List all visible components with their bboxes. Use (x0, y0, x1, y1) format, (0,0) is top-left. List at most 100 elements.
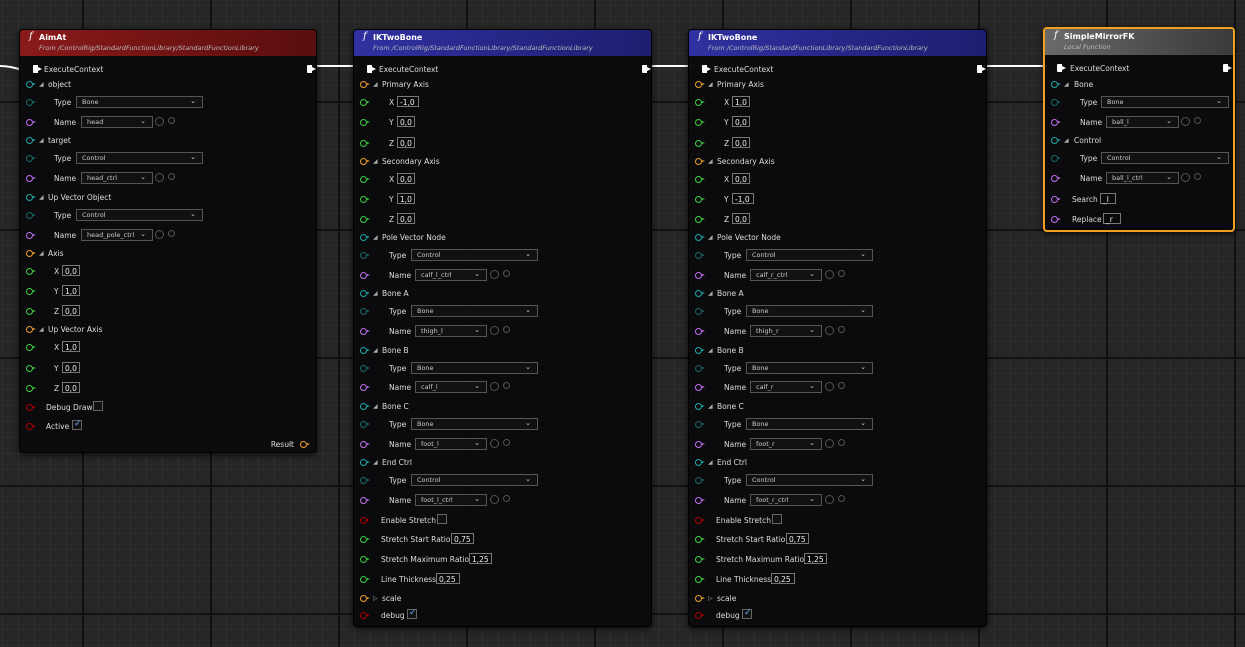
name-pin[interactable] (695, 328, 705, 335)
axis-z-input[interactable]: 0,0 (62, 305, 80, 316)
type-dropdown[interactable]: Bone ⌄ (411, 418, 538, 430)
expand-arrow-icon[interactable]: ◢ (1064, 81, 1069, 88)
browse-icon[interactable] (155, 173, 164, 182)
name-pin[interactable] (695, 384, 705, 391)
node-header[interactable]: f SimpleMirrorFK Local Function (1045, 29, 1233, 55)
search-icon[interactable] (838, 382, 845, 389)
name-dropdown[interactable]: calf_r ⌄ (750, 381, 822, 393)
upaxis-x-input[interactable]: 1,0 (62, 341, 80, 352)
vector-pin[interactable] (695, 158, 705, 165)
struct-pin[interactable] (1051, 81, 1061, 88)
struct-pin[interactable] (695, 234, 705, 241)
struct-pin[interactable] (360, 595, 370, 602)
enum-pin[interactable] (360, 308, 370, 315)
float-pin[interactable] (360, 140, 370, 147)
primary-z-input[interactable]: 0,0 (732, 137, 750, 148)
float-pin[interactable] (360, 536, 370, 543)
type-dropdown[interactable]: Control ⌄ (746, 474, 873, 486)
expand-arrow-icon[interactable]: ◢ (373, 347, 378, 354)
expand-arrow-icon[interactable]: ◢ (39, 250, 44, 257)
search-icon[interactable] (168, 230, 175, 237)
type-dropdown[interactable]: Bone ⌄ (746, 362, 873, 374)
browse-icon[interactable] (490, 495, 499, 504)
search-icon[interactable] (503, 326, 510, 333)
search-icon[interactable] (503, 439, 510, 446)
type-dropdown[interactable]: Bone ⌄ (411, 362, 538, 374)
node-header[interactable]: f IKTwoBone From /ControlRig/StandardFun… (689, 30, 986, 56)
enum-pin[interactable] (26, 99, 36, 106)
browse-icon[interactable] (155, 117, 164, 126)
name-dropdown[interactable]: ball_l_ctrl ⌄ (1106, 172, 1179, 184)
primary-y-input[interactable]: 0,0 (397, 116, 415, 127)
float-pin[interactable] (695, 556, 705, 563)
expand-arrow-icon[interactable]: ▷ (373, 595, 378, 602)
name-pin[interactable] (695, 272, 705, 279)
debug-checkbox[interactable] (742, 608, 752, 619)
search-icon[interactable] (838, 439, 845, 446)
float-pin[interactable] (360, 216, 370, 223)
name-dropdown[interactable]: foot_r_ctrl ⌄ (750, 494, 822, 506)
name-dropdown[interactable]: foot_l_ctrl ⌄ (415, 494, 487, 506)
name-pin[interactable] (695, 497, 705, 504)
enum-pin[interactable] (1051, 99, 1061, 106)
enum-pin[interactable] (695, 421, 705, 428)
name-dropdown[interactable]: thigh_r ⌄ (750, 325, 822, 337)
node-header[interactable]: f AimAt From /ControlRig/StandardFunctio… (20, 30, 316, 56)
exec-out-pin[interactable] (642, 65, 651, 73)
browse-icon[interactable] (825, 270, 834, 279)
bool-pin[interactable] (695, 517, 705, 524)
type-dropdown[interactable]: Control ⌄ (76, 209, 203, 221)
float-pin[interactable] (695, 140, 705, 147)
primary-x-input[interactable]: -1,0 (397, 96, 419, 107)
name-dropdown[interactable]: thigh_l ⌄ (415, 325, 487, 337)
name-dropdown[interactable]: ball_l ⌄ (1106, 116, 1179, 128)
struct-pin[interactable] (695, 595, 705, 602)
expand-arrow-icon[interactable]: ▷ (708, 595, 713, 602)
float-pin[interactable] (26, 308, 36, 315)
browse-icon[interactable] (490, 326, 499, 335)
exec-in-pin[interactable] (702, 65, 711, 73)
type-dropdown[interactable]: Bone ⌄ (76, 96, 203, 108)
expand-arrow-icon[interactable]: ◢ (708, 158, 713, 165)
string-pin[interactable] (1051, 196, 1061, 203)
expand-arrow-icon[interactable]: ◢ (373, 459, 378, 466)
search-icon[interactable] (168, 117, 175, 124)
name-dropdown[interactable]: head ⌄ (81, 116, 153, 128)
bool-pin[interactable] (695, 612, 705, 619)
float-pin[interactable] (695, 216, 705, 223)
browse-icon[interactable] (825, 439, 834, 448)
name-dropdown[interactable]: foot_l ⌄ (415, 438, 487, 450)
vector-pin[interactable] (26, 250, 36, 257)
name-pin[interactable] (360, 328, 370, 335)
expand-arrow-icon[interactable]: ◢ (373, 234, 378, 241)
type-dropdown[interactable]: Control ⌄ (746, 249, 873, 261)
line-thickness-input[interactable]: 0,25 (771, 573, 795, 584)
enable-stretch-checkbox[interactable] (772, 514, 782, 524)
type-dropdown[interactable]: Control ⌄ (411, 474, 538, 486)
exec-in-pin[interactable] (367, 65, 376, 73)
expand-arrow-icon[interactable]: ◢ (708, 347, 713, 354)
struct-pin[interactable] (360, 234, 370, 241)
struct-pin[interactable] (695, 347, 705, 354)
expand-arrow-icon[interactable]: ◢ (708, 290, 713, 297)
search-field[interactable]: _l (1100, 193, 1116, 204)
float-pin[interactable] (360, 556, 370, 563)
expand-arrow-icon[interactable]: ◢ (708, 234, 713, 241)
name-dropdown[interactable]: calf_r_ctrl ⌄ (750, 269, 822, 281)
type-dropdown[interactable]: Bone ⌄ (1101, 96, 1229, 108)
string-pin[interactable] (1051, 216, 1061, 223)
float-pin[interactable] (360, 196, 370, 203)
replace-field[interactable]: _r (1103, 213, 1121, 224)
browse-icon[interactable] (1181, 173, 1190, 182)
stretch-max-input[interactable]: 1,25 (469, 553, 492, 564)
enum-pin[interactable] (695, 477, 705, 484)
vector-pin[interactable] (360, 158, 370, 165)
struct-pin[interactable] (26, 81, 36, 88)
float-pin[interactable] (695, 99, 705, 106)
collapse-arrow-icon[interactable]: ◁ (288, 441, 293, 448)
expand-arrow-icon[interactable]: ◢ (39, 81, 44, 88)
bool-pin[interactable] (26, 423, 36, 430)
struct-pin[interactable] (26, 194, 36, 201)
struct-pin[interactable] (695, 459, 705, 466)
debug-checkbox[interactable] (407, 608, 417, 619)
